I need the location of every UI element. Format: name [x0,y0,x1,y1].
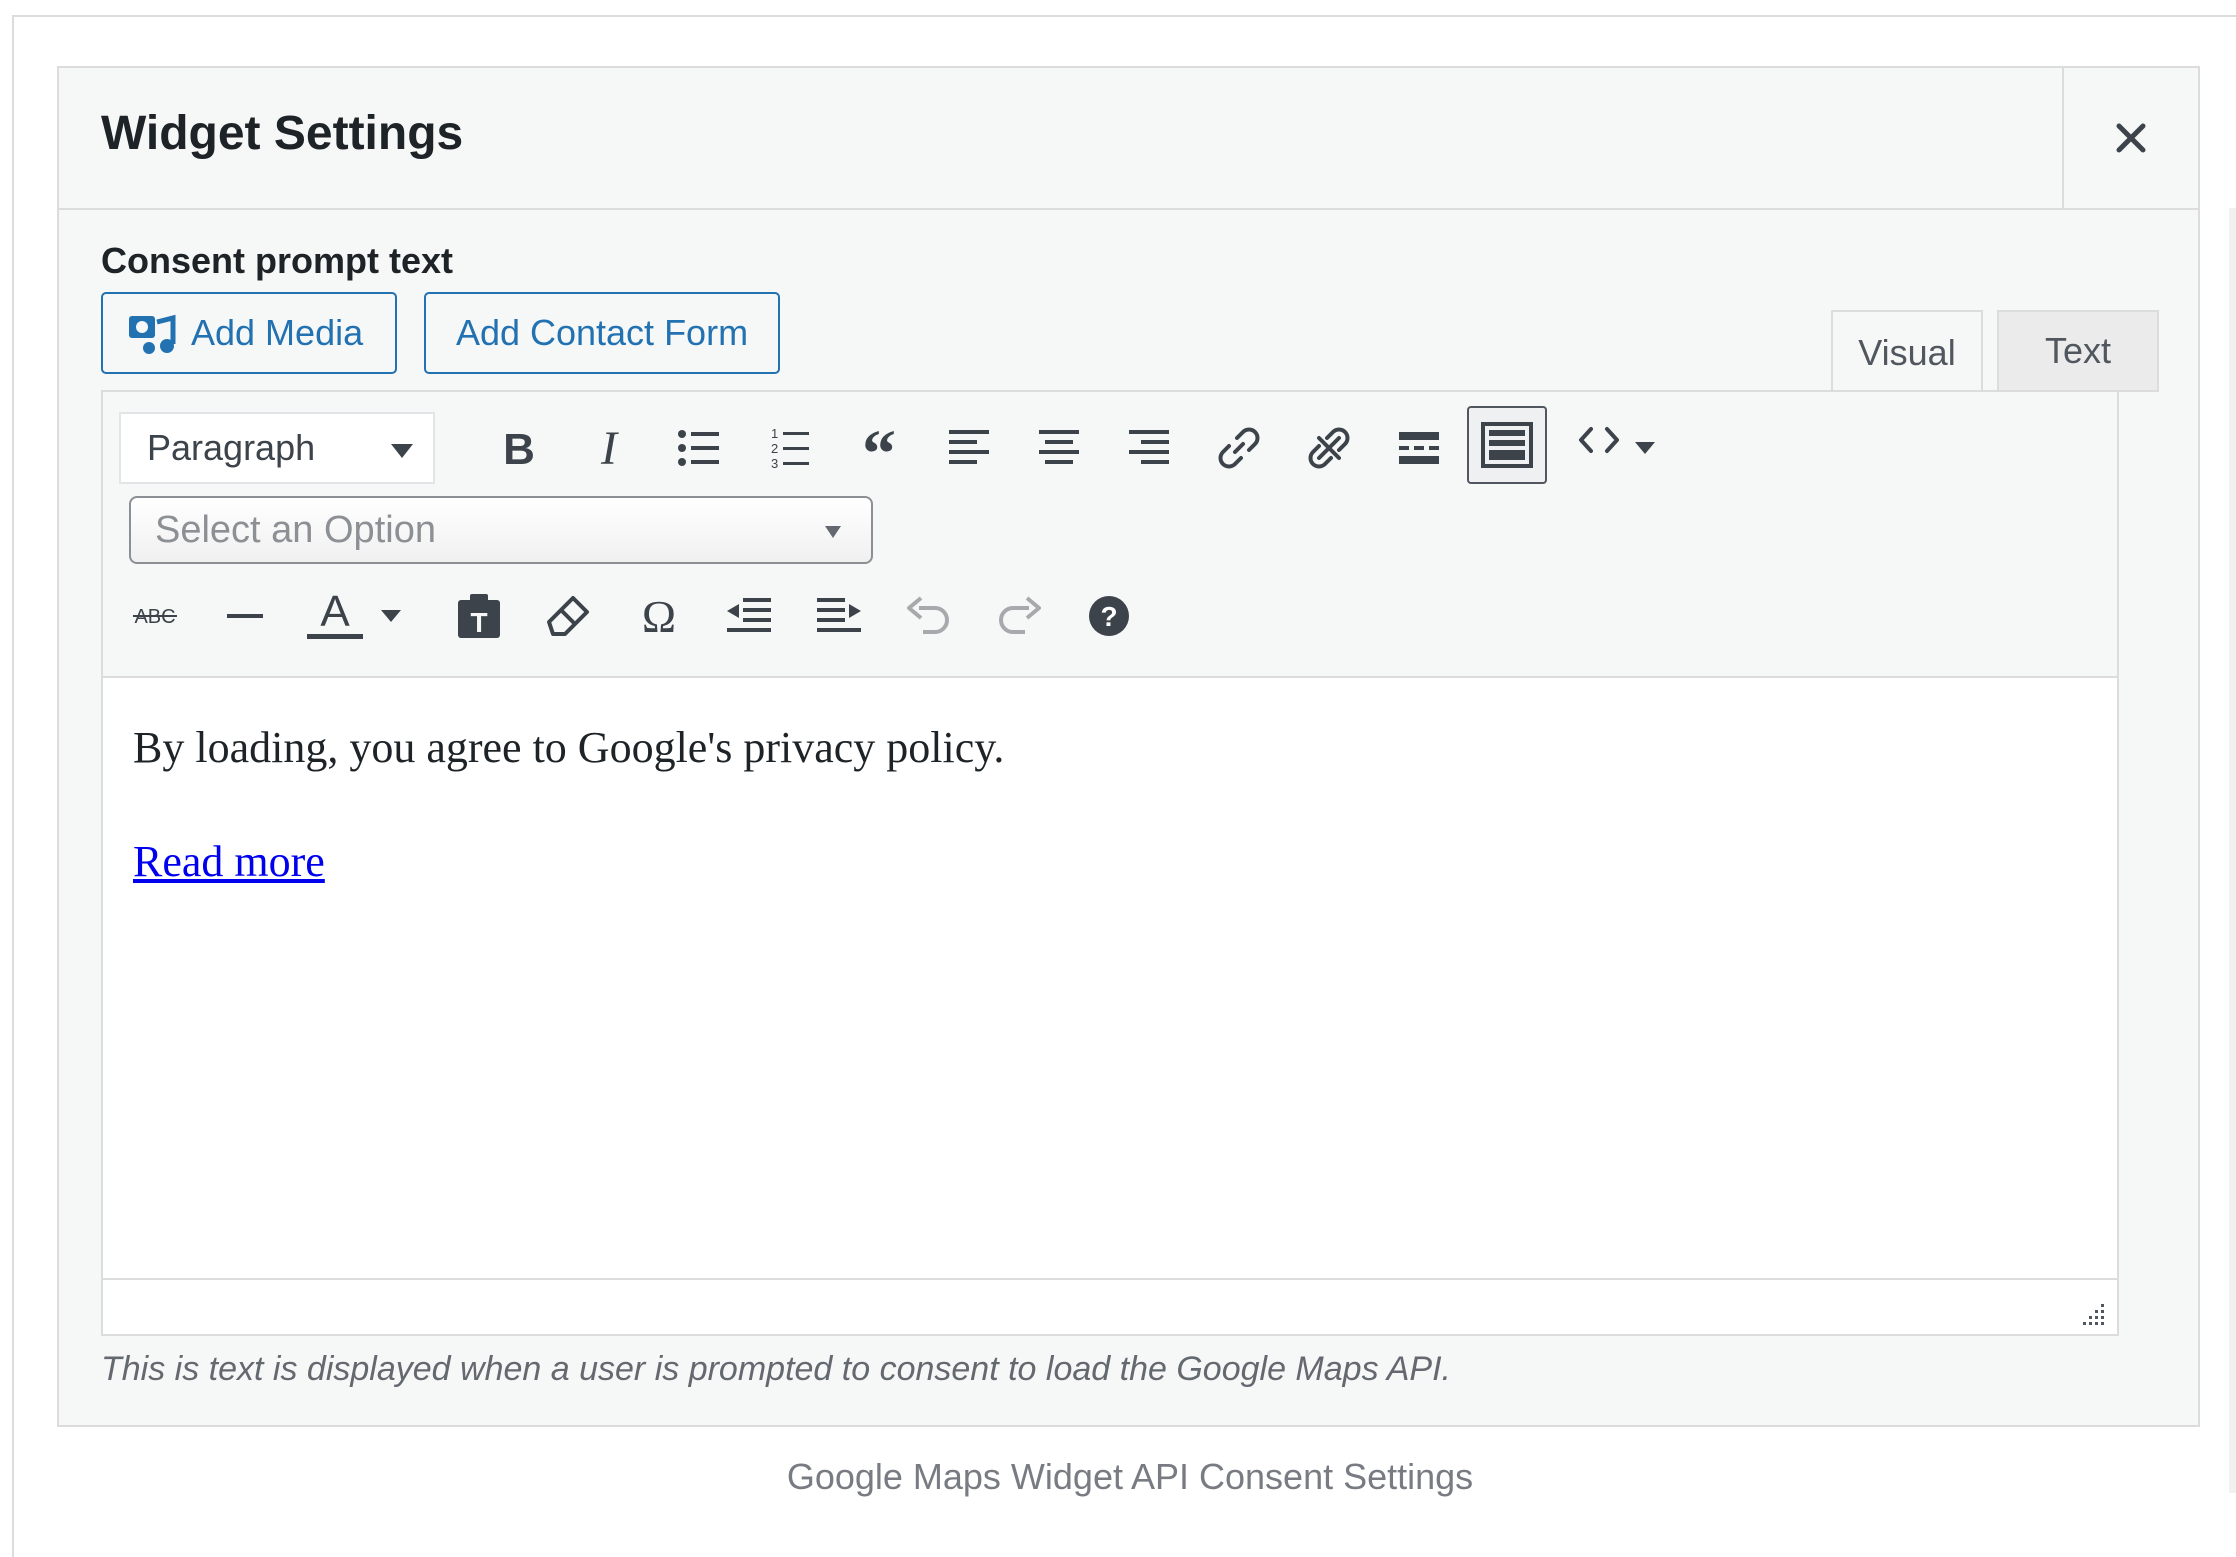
help-icon: ? [1089,596,1129,636]
content-paragraph: By loading, you agree to Google's privac… [133,723,1005,772]
format-select-value: Paragraph [147,427,316,468]
svg-text:?: ? [1100,601,1117,632]
editor-statusbar [103,1278,2117,1334]
strikethrough-icon: ABC [133,606,177,628]
undo-icon [907,596,949,634]
chevron-down-icon [391,444,413,458]
bullet-list-button[interactable] [667,416,731,480]
align-center-icon [1039,430,1079,464]
svg-text:3: 3 [771,456,778,470]
italic-button[interactable]: I [577,416,641,480]
paste-text-icon: T [458,594,500,638]
add-media-button[interactable]: Add Media [101,292,397,374]
read-more-link[interactable]: Read more [133,836,325,887]
numbered-list-button[interactable]: 1 2 3 [757,416,821,480]
bold-button[interactable]: B [487,416,551,480]
svg-text:B: B [503,426,535,470]
strikethrough-button[interactable]: ABC [123,584,187,648]
option-select-placeholder: Select an Option [155,508,436,551]
blockquote-button[interactable]: “ [847,416,911,480]
option-select[interactable]: Select an Option [129,496,873,564]
toolbar-toggle-icon [1481,422,1533,468]
toolbar-toggle-button[interactable] [1467,406,1547,484]
numbered-list-icon: 1 2 3 [771,426,809,470]
code-icon [1579,427,1619,453]
svg-text:1: 1 [771,426,778,441]
rich-text-editor: Paragraph B I 1 2 3 “ Select an Option A… [101,390,2119,1336]
align-right-button[interactable] [1117,416,1181,480]
clear-formatting-icon [547,596,589,636]
svg-text:T: T [470,607,487,638]
bullet-list-icon [678,430,719,466]
blockquote-icon: “ [862,428,896,468]
indent-icon [817,598,861,632]
redo-button[interactable] [987,584,1051,648]
special-character-button[interactable]: Ω [627,584,691,648]
link-icon [1218,427,1260,469]
svg-text:“: “ [862,428,896,468]
editor-content[interactable]: By loading, you agree to Google's privac… [103,678,2117,1244]
svg-text:I: I [600,426,619,470]
indent-button[interactable] [807,584,871,648]
close-icon [2116,123,2146,153]
add-media-label: Add Media [191,312,364,353]
tab-visual[interactable]: Visual [1831,310,1983,394]
chevron-down-icon [825,526,841,538]
text-color-glyph: A [320,587,350,636]
more-options-dropdown[interactable] [1625,416,1665,480]
bold-icon: B [503,426,535,470]
insert-link-button[interactable] [1207,416,1271,480]
read-more-icon [1399,432,1439,464]
editor-toolbar: Paragraph B I 1 2 3 “ Select an Option A… [103,392,2117,678]
add-contact-form-button[interactable]: Add Contact Form [424,292,780,374]
align-left-button[interactable] [937,416,1001,480]
paste-as-text-button[interactable]: T [447,584,511,648]
outdent-icon [727,598,771,632]
horizontal-line-icon [227,614,263,618]
align-left-icon [949,430,989,464]
align-center-button[interactable] [1027,416,1091,480]
widget-settings-panel: Widget Settings Consent prompt text Add … [57,66,2236,1493]
format-select[interactable]: Paragraph [119,412,435,484]
redo-icon [999,596,1041,634]
special-character-icon: Ω [642,594,676,638]
svg-text:Ω: Ω [642,594,676,638]
text-color-icon: A [307,587,363,639]
horizontal-line-button[interactable] [213,584,277,648]
panel-header: Widget Settings [59,68,2198,210]
dropdown-caret-icon [1635,442,1655,454]
field-label: Consent prompt text [101,240,454,281]
text-color-button[interactable]: A [303,582,367,646]
keyboard-help-button[interactable]: ? [1077,584,1141,648]
field-help-text: This is text is displayed when a user is… [101,1350,1452,1388]
read-more-button[interactable] [1387,416,1451,480]
align-right-icon [1129,430,1169,464]
remove-link-button[interactable] [1297,416,1361,480]
figure-caption: Google Maps Widget API Consent Settings [786,1456,1474,1497]
panel-title: Widget Settings [101,107,464,160]
outdent-button[interactable] [717,584,781,648]
unlink-icon [1308,427,1350,469]
tab-text[interactable]: Text [1997,310,2159,392]
clear-formatting-button[interactable] [537,584,601,648]
close-button[interactable] [2062,68,2198,208]
undo-button[interactable] [897,584,961,648]
text-color-dropdown[interactable] [371,584,411,648]
text-color-caret-icon [381,610,401,622]
code-button[interactable] [1567,408,1631,472]
italic-icon: I [600,426,619,470]
panel-scrollbar[interactable] [2229,208,2236,1493]
media-icon [129,314,176,354]
resize-handle-icon[interactable] [2079,1300,2107,1328]
svg-text:2: 2 [771,441,778,456]
